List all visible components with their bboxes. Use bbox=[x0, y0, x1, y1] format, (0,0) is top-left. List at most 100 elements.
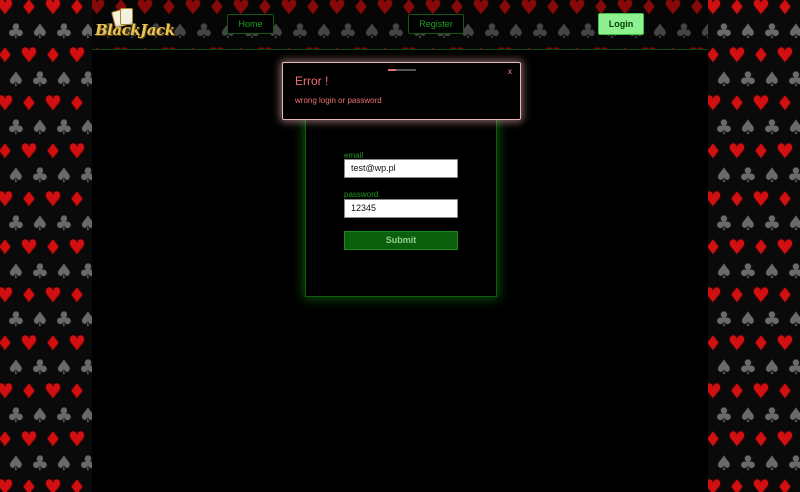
diamond-suit-icon: ♦ bbox=[44, 43, 62, 67]
heart-suit-icon: ♥ bbox=[0, 0, 14, 19]
heart-suit-icon: ♥ bbox=[752, 91, 770, 115]
error-timer-fill bbox=[388, 69, 397, 71]
spade-suit-icon: ♠ bbox=[763, 67, 781, 91]
password-input[interactable]: 12345 bbox=[344, 199, 458, 218]
diamond-suit-icon: ♦ bbox=[68, 475, 86, 492]
nav-login-button[interactable]: Login bbox=[598, 13, 644, 35]
heart-suit-icon: ♥ bbox=[752, 283, 770, 307]
spade-suit-icon: ♠ bbox=[7, 259, 25, 283]
logo-text: BlackJack bbox=[95, 21, 175, 39]
nav-register-button[interactable]: Register bbox=[408, 14, 464, 34]
spade-suit-icon: ♠ bbox=[55, 259, 73, 283]
spade-suit-icon: ♠ bbox=[7, 163, 25, 187]
heart-suit-icon: ♥ bbox=[776, 331, 794, 355]
suit-pattern-left: ♥ ♦ ♥ ♦ ♣ ♠ ♣ ♠ ♦ ♥ ♦ ♥ ♠ ♣ ♠ ♣ ♥ ♦ ♥ ♦ ♣ ♠ ♣ ♠ ♦ ♥ ♦ ♥ ♠ ♣ ♠ ♣ ♥ ♦ ♥ ♦ ♣ ♠ ♣ ♠… bbox=[0, 0, 92, 492]
spade-suit-icon: ♠ bbox=[763, 355, 781, 379]
spade-suit-icon: ♠ bbox=[55, 355, 73, 379]
club-suit-icon: ♣ bbox=[55, 19, 73, 43]
heart-suit-icon: ♥ bbox=[708, 283, 722, 307]
diamond-suit-icon: ♦ bbox=[728, 379, 746, 403]
heart-suit-icon: ♥ bbox=[728, 139, 746, 163]
club-suit-icon: ♣ bbox=[715, 211, 733, 235]
club-suit-icon: ♣ bbox=[7, 19, 25, 43]
club-suit-icon: ♣ bbox=[31, 259, 49, 283]
heart-suit-icon: ♥ bbox=[752, 475, 770, 492]
club-suit-icon: ♣ bbox=[31, 67, 49, 91]
diamond-suit-icon: ♦ bbox=[776, 283, 794, 307]
club-suit-icon: ♣ bbox=[55, 211, 73, 235]
heart-suit-icon: ♥ bbox=[708, 475, 722, 492]
diamond-suit-icon: ♦ bbox=[68, 379, 86, 403]
spade-suit-icon: ♠ bbox=[787, 211, 800, 235]
spade-suit-icon: ♠ bbox=[79, 403, 92, 427]
diamond-suit-icon: ♦ bbox=[752, 235, 770, 259]
diamond-suit-icon: ♦ bbox=[708, 235, 722, 259]
blackjack-logo[interactable]: BlackJack bbox=[95, 8, 175, 40]
diamond-suit-icon: ♦ bbox=[752, 427, 770, 451]
heart-suit-icon: ♥ bbox=[708, 379, 722, 403]
spade-suit-icon: ♠ bbox=[787, 403, 800, 427]
diamond-suit-icon: ♦ bbox=[44, 331, 62, 355]
error-title: Error ! bbox=[295, 74, 329, 88]
heart-suit-icon: ♥ bbox=[20, 427, 38, 451]
club-suit-icon: ♣ bbox=[715, 115, 733, 139]
heart-suit-icon: ♥ bbox=[20, 235, 38, 259]
spade-suit-icon: ♠ bbox=[739, 307, 757, 331]
club-suit-icon: ♣ bbox=[763, 307, 781, 331]
email-input[interactable]: test@wp.pl bbox=[344, 159, 458, 178]
spade-suit-icon: ♠ bbox=[739, 19, 757, 43]
club-suit-icon: ♣ bbox=[787, 163, 800, 187]
club-suit-icon: ♣ bbox=[79, 451, 92, 475]
heart-suit-icon: ♥ bbox=[776, 427, 794, 451]
club-suit-icon: ♣ bbox=[787, 355, 800, 379]
club-suit-icon: ♣ bbox=[31, 451, 49, 475]
diamond-suit-icon: ♦ bbox=[708, 139, 722, 163]
error-timer-bar bbox=[388, 69, 416, 71]
spade-suit-icon: ♠ bbox=[31, 211, 49, 235]
spade-suit-icon: ♠ bbox=[715, 451, 733, 475]
club-suit-icon: ♣ bbox=[55, 403, 73, 427]
close-icon[interactable]: x bbox=[508, 67, 512, 76]
diamond-suit-icon: ♦ bbox=[68, 91, 86, 115]
club-suit-icon: ♣ bbox=[739, 259, 757, 283]
heart-suit-icon: ♥ bbox=[44, 187, 62, 211]
heart-suit-icon: ♥ bbox=[776, 139, 794, 163]
club-suit-icon: ♣ bbox=[31, 163, 49, 187]
heart-suit-icon: ♥ bbox=[0, 187, 14, 211]
club-suit-icon: ♣ bbox=[763, 115, 781, 139]
nav-home-button[interactable]: Home bbox=[227, 14, 274, 34]
diamond-suit-icon: ♦ bbox=[752, 331, 770, 355]
heart-suit-icon: ♥ bbox=[20, 331, 38, 355]
spade-suit-icon: ♠ bbox=[31, 403, 49, 427]
club-suit-icon: ♣ bbox=[763, 403, 781, 427]
diamond-suit-icon: ♦ bbox=[20, 187, 38, 211]
heart-suit-icon: ♥ bbox=[728, 331, 746, 355]
spade-suit-icon: ♠ bbox=[7, 67, 25, 91]
spade-suit-icon: ♠ bbox=[787, 307, 800, 331]
spade-suit-icon: ♠ bbox=[79, 211, 92, 235]
diamond-suit-icon: ♦ bbox=[708, 427, 722, 451]
error-message: wrong login or password bbox=[295, 96, 382, 105]
error-modal: x Error ! wrong login or password bbox=[282, 62, 521, 120]
heart-suit-icon: ♥ bbox=[0, 91, 14, 115]
diamond-suit-icon: ♦ bbox=[44, 139, 62, 163]
diamond-suit-icon: ♦ bbox=[0, 139, 14, 163]
spade-suit-icon: ♠ bbox=[715, 67, 733, 91]
spade-suit-icon: ♠ bbox=[31, 19, 49, 43]
spade-suit-icon: ♠ bbox=[31, 307, 49, 331]
diamond-suit-icon: ♦ bbox=[44, 427, 62, 451]
club-suit-icon: ♣ bbox=[715, 307, 733, 331]
heart-suit-icon: ♥ bbox=[708, 0, 722, 19]
spade-suit-icon: ♠ bbox=[79, 115, 92, 139]
diamond-suit-icon: ♦ bbox=[68, 283, 86, 307]
submit-button[interactable]: Submit bbox=[344, 231, 458, 250]
heart-suit-icon: ♥ bbox=[44, 0, 62, 19]
club-suit-icon: ♣ bbox=[79, 259, 92, 283]
diamond-suit-icon: ♦ bbox=[708, 331, 722, 355]
diamond-suit-icon: ♦ bbox=[776, 91, 794, 115]
club-suit-icon: ♣ bbox=[31, 355, 49, 379]
diamond-suit-icon: ♦ bbox=[776, 379, 794, 403]
diamond-suit-icon: ♦ bbox=[20, 0, 38, 19]
spade-suit-icon: ♠ bbox=[55, 163, 73, 187]
heart-suit-icon: ♥ bbox=[752, 379, 770, 403]
